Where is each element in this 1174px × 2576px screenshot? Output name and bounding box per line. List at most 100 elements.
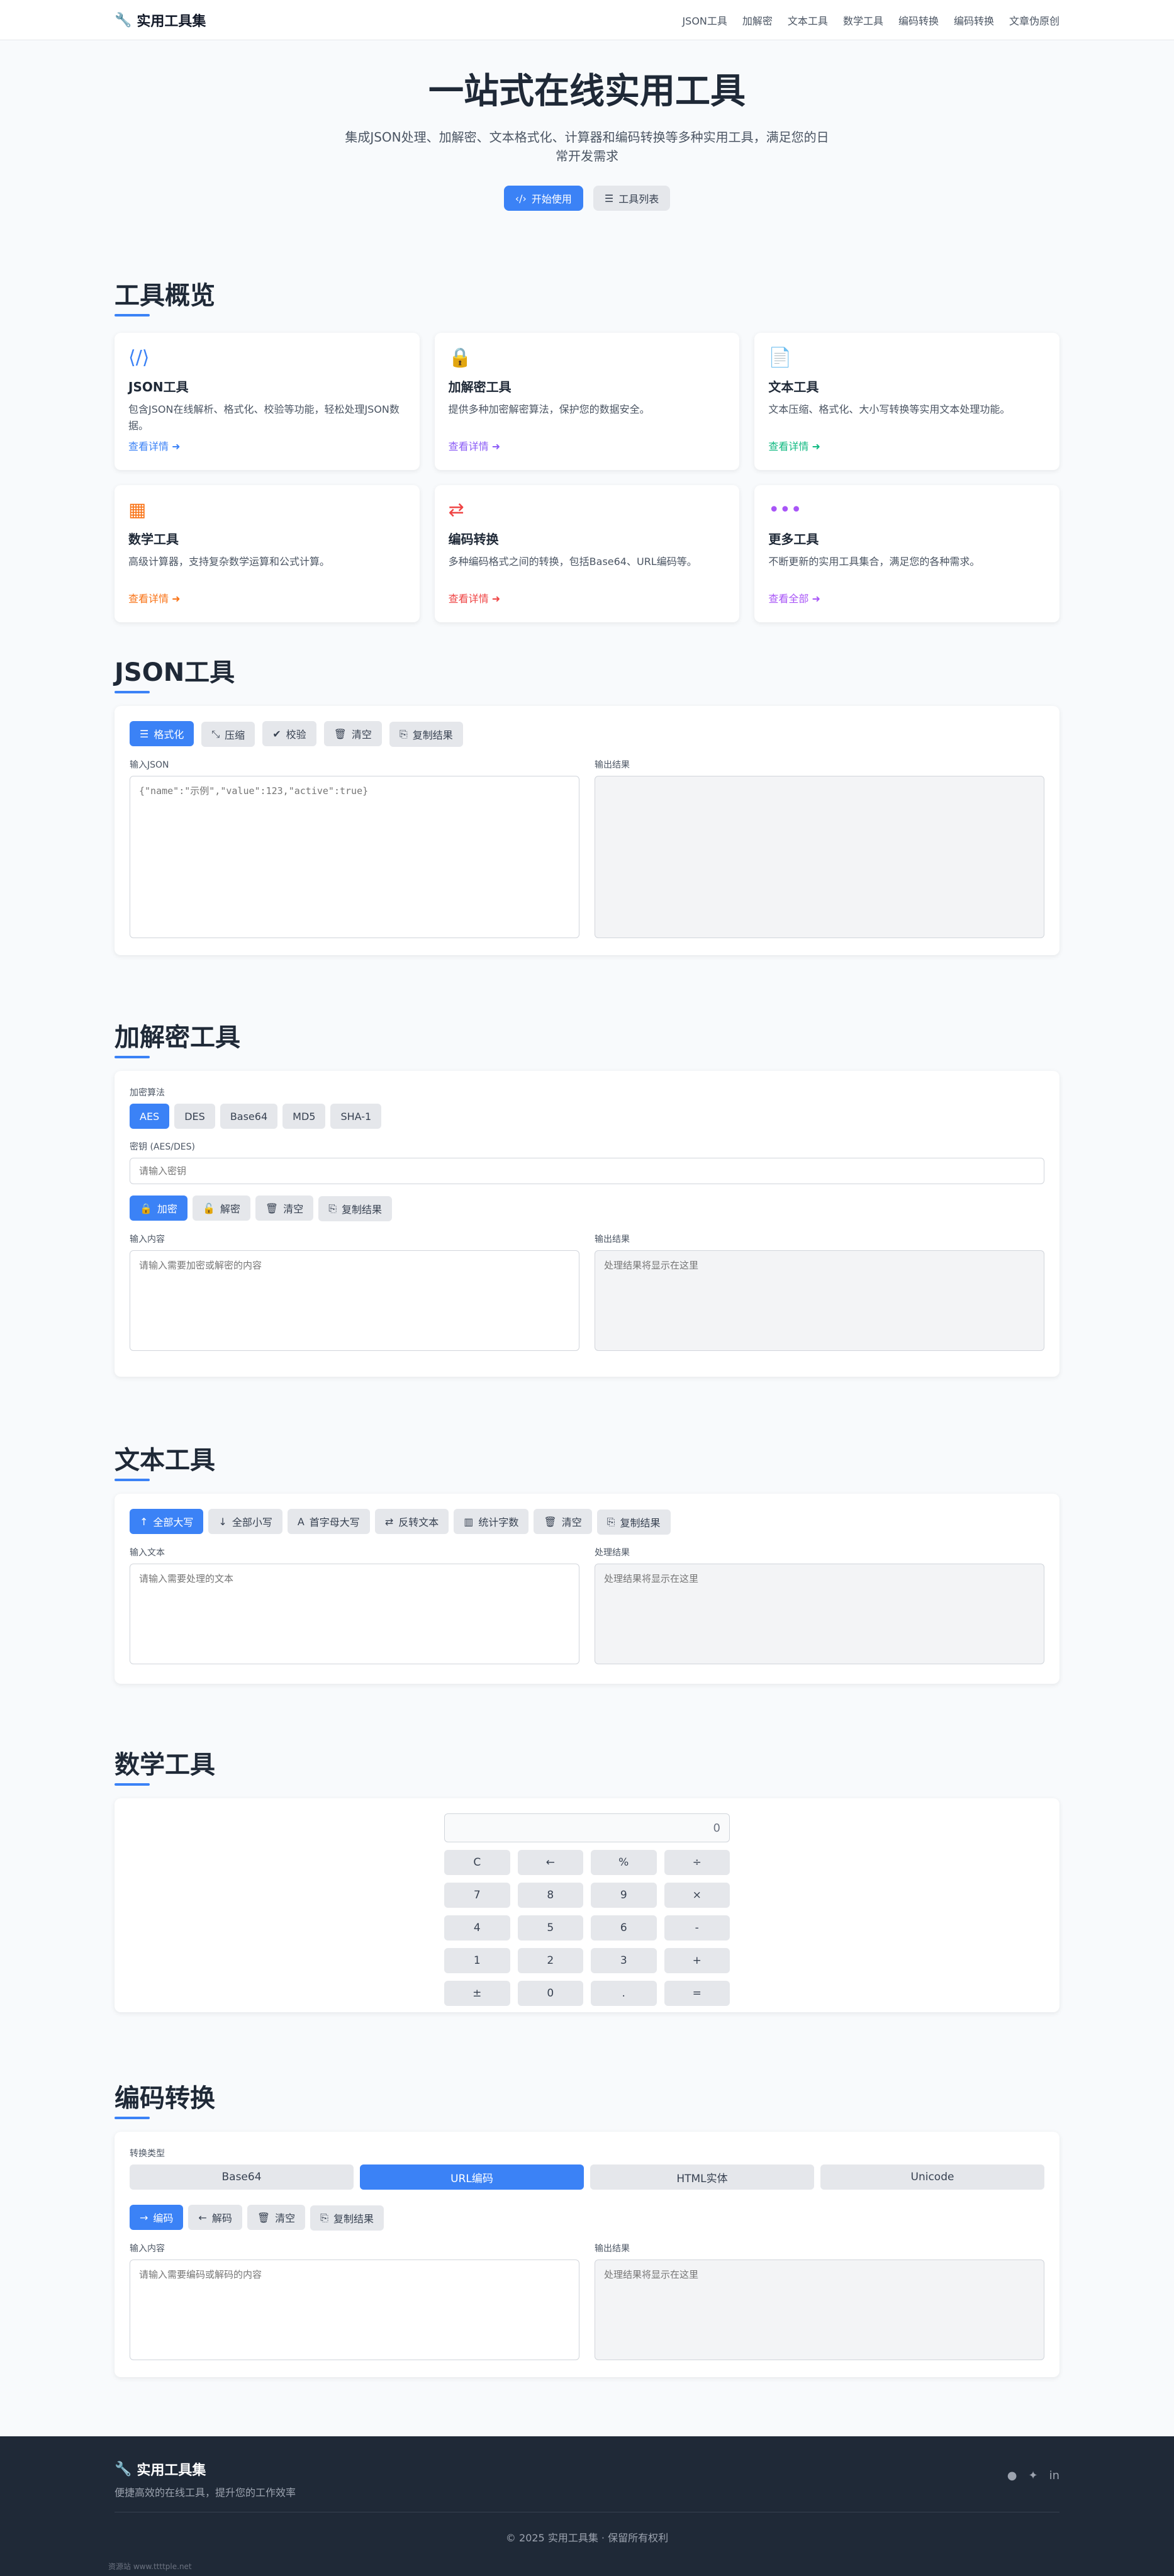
site-logo[interactable]: 🔧 实用工具集 — [115, 10, 206, 30]
encode-clear-button[interactable]: 🗑 清空 — [247, 2205, 306, 2230]
json-output[interactable] — [595, 775, 1044, 938]
calc-key[interactable]: + — [664, 1948, 730, 1973]
footer-subtitle: 便捷高效的在线工具，提升您的工作效率 — [115, 2487, 296, 2499]
crypto-output[interactable] — [595, 1250, 1044, 1351]
font-icon: A — [297, 1515, 305, 1528]
social-links: ● ✦ in — [1007, 2469, 1059, 2482]
clear-label: 清空 — [351, 729, 372, 741]
format-button[interactable]: ☰ 格式化 — [130, 721, 194, 746]
card-link[interactable]: 查看全部 ➜ — [768, 590, 820, 605]
calc-key[interactable]: ± — [444, 1981, 510, 2006]
copy-label: 复制结果 — [412, 729, 453, 741]
calc-key[interactable]: . — [591, 1981, 657, 2006]
calc-key[interactable]: - — [664, 1915, 730, 1940]
arrow-right-icon: ➜ — [812, 440, 820, 452]
card-link[interactable]: 查看详情 ➜ — [449, 438, 501, 453]
calc-key[interactable]: 9 — [591, 1883, 657, 1908]
nav-link-crypto[interactable]: 加解密 — [742, 13, 773, 28]
encode-input[interactable] — [130, 2259, 579, 2360]
reverse-button[interactable]: ⇄ 反转文本 — [374, 1509, 449, 1534]
crypto-output-label: 输出结果 — [595, 1234, 630, 1245]
calc-key[interactable]: C — [444, 1850, 510, 1875]
calc-key[interactable]: = — [664, 1981, 730, 2006]
type-base64[interactable]: Base64 — [130, 2164, 354, 2190]
copy-result-button[interactable]: ⎘ 复制结果 — [389, 721, 463, 747]
nav-link-rewrite[interactable]: 文章伪原创 — [1009, 13, 1059, 28]
calculator: 0 C ←% ÷ 7 8 9 × 4 5 6- 1 2 3 + ±0. = — [444, 1813, 730, 2006]
nav-link-math[interactable]: 数学工具 — [843, 13, 883, 28]
type-unicode[interactable]: Unicode — [820, 2164, 1044, 2190]
calc-key[interactable]: ÷ — [664, 1850, 730, 1875]
calc-key[interactable]: 4 — [444, 1915, 510, 1940]
type-url[interactable]: URL编码 — [360, 2164, 584, 2190]
overview-card: 🔒 加解密工具 提供多种加密解密算法，保护您的数据安全。 查看详情 ➜ — [434, 333, 740, 470]
algo-aes[interactable]: AES — [130, 1104, 170, 1129]
linkedin-icon[interactable]: in — [1049, 2469, 1059, 2482]
code-icon: ‹/› — [515, 192, 527, 204]
logo-text: 实用工具集 — [137, 14, 206, 30]
arrow-left-icon: ← — [198, 2211, 207, 2224]
text-input[interactable] — [130, 1563, 579, 1664]
calc-key[interactable]: 6 — [591, 1915, 657, 1940]
lowercase-button[interactable]: ↓ 全部小写 — [208, 1509, 282, 1534]
text-copy-button[interactable]: ⎘ 复制结果 — [596, 1509, 671, 1535]
encode-output[interactable] — [595, 2259, 1044, 2360]
algo-md5[interactable]: MD5 — [282, 1104, 326, 1129]
calc-key[interactable]: 7 — [444, 1883, 510, 1908]
encode-button[interactable]: → 编码 — [130, 2205, 184, 2230]
start-button[interactable]: ‹/› 开始使用 — [503, 186, 583, 211]
text-output[interactable] — [595, 1563, 1044, 1664]
nav-link-encode-2[interactable]: 编码转换 — [954, 13, 994, 28]
card-link[interactable]: 查看详情 ➜ — [128, 590, 181, 605]
calc-key[interactable]: 8 — [517, 1883, 583, 1908]
nav-link-text[interactable]: 文本工具 — [788, 13, 828, 28]
card-link[interactable]: 查看详情 ➜ — [128, 438, 181, 453]
encode-clear-label: 清空 — [275, 2212, 296, 2224]
crypto-clear-button[interactable]: 🗑 清空 — [255, 1196, 314, 1221]
uppercase-button[interactable]: ↑ 全部大写 — [130, 1509, 204, 1534]
encode-output-label: 输出结果 — [595, 2243, 630, 2254]
json-input[interactable] — [130, 775, 579, 938]
key-input[interactable] — [130, 1158, 1044, 1184]
github-icon[interactable]: ● — [1007, 2469, 1017, 2482]
calc-key[interactable]: 0 — [517, 1981, 583, 2006]
capitalize-button[interactable]: A 首字母大写 — [287, 1509, 370, 1534]
calc-key[interactable]: ← — [517, 1850, 583, 1875]
decode-button[interactable]: ← 解码 — [188, 2205, 242, 2230]
twitter-icon[interactable]: ✦ — [1028, 2469, 1037, 2482]
compress-button[interactable]: ⤡ 压缩 — [201, 721, 255, 747]
encode-copy-button[interactable]: ⎘ 复制结果 — [310, 2205, 384, 2231]
algo-base64[interactable]: Base64 — [220, 1104, 278, 1129]
calc-key[interactable]: × — [664, 1883, 730, 1908]
nav-link-encode[interactable]: 编码转换 — [898, 13, 939, 28]
count-button[interactable]: ▥ 统计字数 — [454, 1509, 529, 1534]
json-tool-panel: ☰ 格式化 ⤡ 压缩 ✔ 校验 🗑 清空 ⎘ 复制结果 输入JSON 输出结果 — [115, 706, 1059, 955]
unlock-icon: 🔓 — [202, 1202, 215, 1214]
lowercase-label: 全部小写 — [232, 1516, 272, 1528]
card-link[interactable]: 查看详情 ➜ — [768, 438, 820, 453]
calc-key[interactable]: 5 — [517, 1915, 583, 1940]
card-link[interactable]: 查看详情 ➜ — [449, 590, 501, 605]
crypto-tool-section: 加解密工具 加密算法 AES DES Base64 MD5 SHA-1 密钥 (AES/… — [115, 1017, 1059, 1377]
encrypt-button[interactable]: 🔒 加密 — [130, 1196, 187, 1221]
calc-key[interactable]: 1 — [444, 1948, 510, 1973]
crypto-input[interactable] — [130, 1250, 579, 1351]
crypto-copy-button[interactable]: ⎘ 复制结果 — [318, 1196, 393, 1221]
card-link-label: 查看详情 — [768, 440, 809, 452]
type-html[interactable]: HTML实体 — [590, 2164, 814, 2190]
nav-link-json[interactable]: JSON工具 — [682, 13, 727, 28]
validate-button[interactable]: ✔ 校验 — [262, 721, 316, 746]
clear-button[interactable]: 🗑 清空 — [323, 721, 382, 746]
top-navbar: 🔧 实用工具集 JSON工具 加解密 文本工具 数学工具 编码转换 编码转换 文… — [0, 0, 1174, 40]
card-link-label: 查看详情 — [448, 593, 489, 605]
calc-key[interactable]: 2 — [517, 1948, 583, 1973]
decrypt-button[interactable]: 🔓 解密 — [192, 1196, 250, 1221]
algo-des[interactable]: DES — [174, 1104, 215, 1129]
tool-list-button[interactable]: ☰ 工具列表 — [593, 186, 671, 211]
footer-logo[interactable]: 🔧 实用工具集 — [115, 2459, 206, 2479]
algo-sha1[interactable]: SHA-1 — [330, 1104, 382, 1129]
calc-key[interactable]: % — [591, 1850, 657, 1875]
text-input-label: 输入文本 — [130, 1547, 165, 1558]
text-clear-button[interactable]: 🗑 清空 — [534, 1509, 592, 1534]
calc-key[interactable]: 3 — [591, 1948, 657, 1973]
